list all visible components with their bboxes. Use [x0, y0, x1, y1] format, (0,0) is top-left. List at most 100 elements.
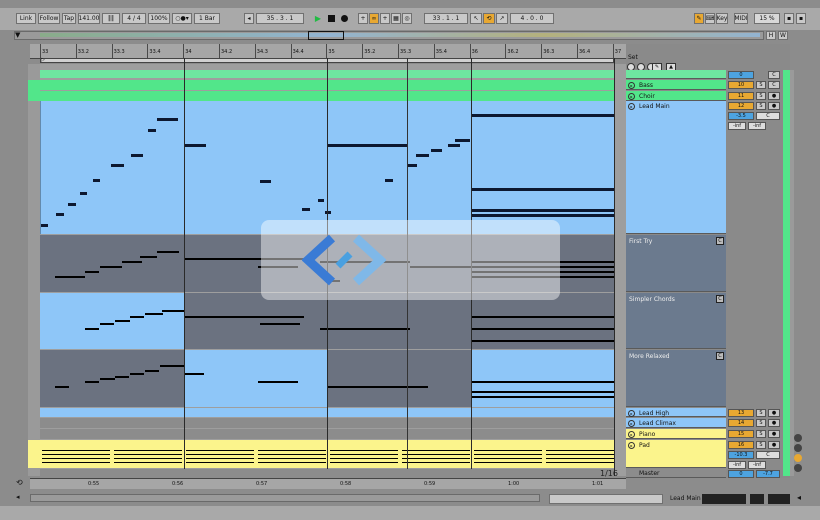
track-scroll-bar[interactable]: [790, 70, 794, 476]
note[interactable]: [431, 149, 442, 152]
horizontal-scrollbar[interactable]: [30, 494, 540, 502]
solo-button[interactable]: S: [756, 102, 766, 110]
arrangement-position-nudge[interactable]: ◂: [244, 13, 254, 24]
note[interactable]: [330, 458, 398, 459]
return-icon[interactable]: [794, 454, 802, 462]
draw-mode-button[interactable]: ✎: [694, 13, 704, 24]
track-number[interactable]: 15: [728, 430, 754, 438]
note[interactable]: [145, 313, 163, 315]
note[interactable]: [471, 114, 614, 117]
solo-button[interactable]: S: [756, 409, 766, 417]
note[interactable]: [111, 164, 124, 167]
loop-start-marker-icon[interactable]: ▷: [41, 57, 45, 63]
note[interactable]: [160, 365, 184, 367]
record-arm-button[interactable]: ●: [768, 430, 780, 438]
arrangement-position[interactable]: 35 . 3 . 1: [256, 13, 304, 24]
note[interactable]: [42, 454, 110, 455]
track-header-lead-main[interactable]: ▸ Lead Main: [626, 101, 726, 234]
note[interactable]: [184, 144, 206, 147]
record-arm-button[interactable]: ●: [768, 441, 780, 449]
master-number[interactable]: 0: [728, 470, 754, 478]
capture-button[interactable]: ◎: [402, 13, 412, 24]
note[interactable]: [328, 144, 408, 147]
note[interactable]: [114, 454, 182, 455]
note[interactable]: [186, 450, 254, 451]
note[interactable]: [302, 208, 310, 211]
note[interactable]: [330, 454, 398, 455]
take-button[interactable]: C: [716, 237, 724, 245]
solo-button[interactable]: S: [756, 419, 766, 427]
punch-button[interactable]: +: [380, 13, 390, 24]
note[interactable]: [115, 320, 130, 322]
follow-button[interactable]: Follow: [38, 13, 60, 24]
take-clip-highlight[interactable]: [471, 350, 614, 407]
note[interactable]: [320, 328, 410, 330]
computer-midi-keyboard-button[interactable]: ⌨: [705, 13, 715, 24]
top-track-header[interactable]: [626, 70, 726, 79]
solo-button[interactable]: S: [756, 92, 766, 100]
note[interactable]: [330, 450, 398, 451]
note[interactable]: [55, 386, 69, 388]
note[interactable]: [162, 310, 184, 312]
note[interactable]: [42, 458, 110, 459]
record-arm-button[interactable]: ●: [768, 92, 780, 100]
note[interactable]: [258, 454, 326, 455]
fold-icon[interactable]: ▸: [628, 82, 635, 89]
note[interactable]: [55, 276, 85, 278]
track-header-lead-climax[interactable]: ▸ Lead Climax: [626, 418, 726, 428]
note[interactable]: [471, 328, 614, 330]
io-icon[interactable]: [794, 434, 802, 442]
overview-viewport[interactable]: [308, 31, 344, 40]
note[interactable]: [114, 462, 182, 463]
note[interactable]: [157, 118, 178, 121]
key-map-button[interactable]: Key: [716, 13, 728, 24]
note[interactable]: [546, 450, 614, 451]
nudge-buttons[interactable]: ‖‖: [102, 13, 120, 24]
quantize-select[interactable]: 1 Bar: [194, 13, 220, 24]
note[interactable]: [474, 454, 542, 455]
fold-icon[interactable]: ▸: [628, 431, 635, 438]
note[interactable]: [130, 373, 144, 375]
note[interactable]: [546, 462, 614, 463]
note[interactable]: [114, 450, 182, 451]
note[interactable]: [130, 316, 144, 318]
midi-map-button[interactable]: MIDI: [734, 13, 748, 24]
tempo-field[interactable]: 141.00: [78, 13, 100, 24]
note[interactable]: [471, 188, 614, 191]
pan-field[interactable]: C: [756, 112, 780, 120]
take-header-simpler-chords[interactable]: Simpler Chords C: [626, 293, 726, 349]
note[interactable]: [184, 316, 304, 318]
footer-button[interactable]: [768, 494, 790, 504]
note[interactable]: [471, 316, 614, 318]
solo-button[interactable]: S: [756, 81, 766, 89]
note[interactable]: [100, 323, 114, 325]
note[interactable]: [140, 256, 157, 258]
volume-field[interactable]: -3.5: [728, 112, 754, 120]
note[interactable]: [474, 462, 542, 463]
note[interactable]: [186, 454, 254, 455]
note[interactable]: [258, 450, 326, 451]
top-track-mono[interactable]: C: [768, 71, 780, 79]
note[interactable]: [402, 450, 470, 451]
solo-button[interactable]: S: [756, 430, 766, 438]
note[interactable]: [455, 139, 470, 142]
track-number[interactable]: 16: [728, 441, 754, 449]
note[interactable]: [85, 381, 99, 383]
track-number[interactable]: 13: [728, 409, 754, 417]
take-header-first-try[interactable]: First Try C: [626, 235, 726, 292]
track-header-piano[interactable]: ▸ Piano: [626, 429, 726, 439]
track-number[interactable]: 10: [728, 81, 754, 89]
top-track-number[interactable]: 0: [728, 71, 754, 79]
note[interactable]: [546, 458, 614, 459]
master-track-header[interactable]: Master: [626, 469, 726, 478]
note[interactable]: [42, 450, 110, 451]
note[interactable]: [402, 454, 470, 455]
take-button[interactable]: C: [716, 295, 724, 303]
note[interactable]: [114, 458, 182, 459]
note[interactable]: [85, 271, 99, 273]
note[interactable]: [186, 462, 254, 463]
footer-arrow-icon[interactable]: ◂: [797, 493, 801, 502]
punch-in-button[interactable]: ↖: [470, 13, 482, 24]
note[interactable]: [93, 179, 100, 182]
note[interactable]: [471, 391, 614, 393]
